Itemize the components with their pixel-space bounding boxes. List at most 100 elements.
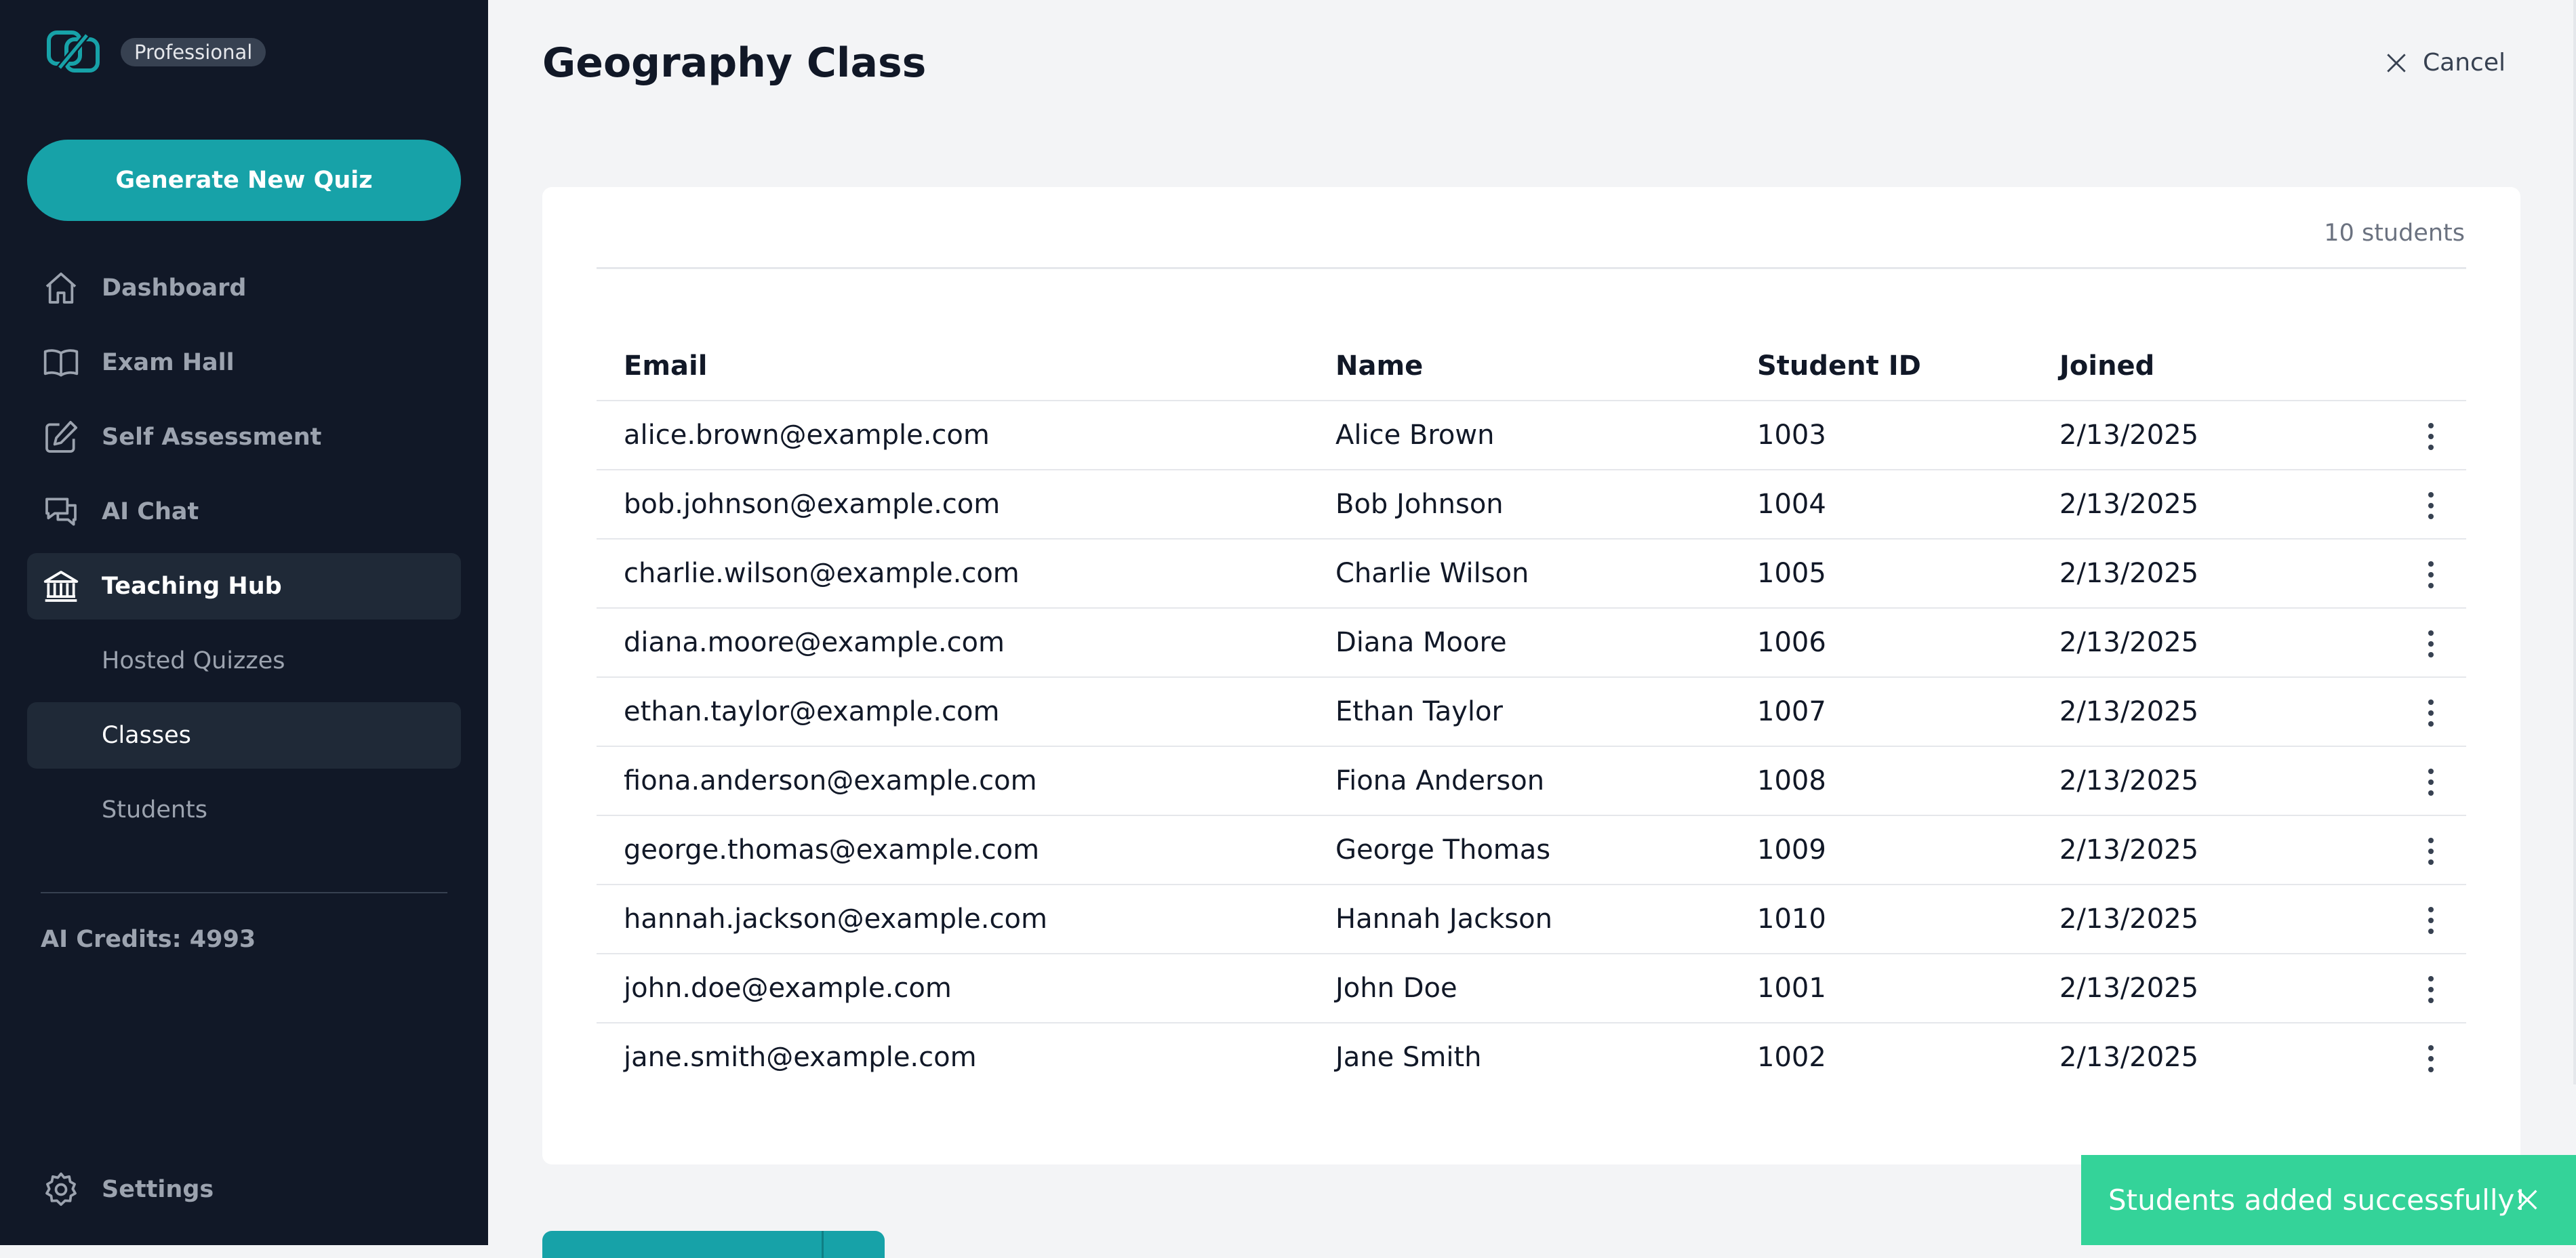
cell-name: John Doe <box>1308 954 1730 1023</box>
sidebar-subitem-label: Students <box>102 796 208 824</box>
cell-name: Ethan Taylor <box>1308 677 1730 747</box>
cell-joined: 2/13/2025 <box>2032 401 2364 470</box>
cell-email: jane.smith@example.com <box>624 1042 977 1073</box>
card-divider <box>597 267 2466 269</box>
row-actions-button[interactable] <box>2364 401 2466 470</box>
book-open-icon <box>42 344 80 382</box>
student-count: 10 students <box>2324 220 2465 247</box>
table-row: jane.smith@example.com Jane Smith 1002 2… <box>597 1023 2466 1091</box>
sidebar-item-exam-hall[interactable]: Exam Hall <box>27 329 461 396</box>
cell-name: Diana Moore <box>1308 608 1730 678</box>
sidebar-subitem-students[interactable]: Students <box>27 777 461 843</box>
row-actions-button[interactable] <box>2364 677 2466 747</box>
more-vertical-icon <box>2428 975 2434 1003</box>
sidebar-divider <box>41 892 447 893</box>
row-actions-button[interactable] <box>2364 815 2466 885</box>
cell-student-id: 1004 <box>1730 470 2032 540</box>
cell-email: hannah.jackson@example.com <box>597 885 1308 954</box>
sidebar-item-label: Self Assessment <box>102 424 322 451</box>
table-row: bob.johnson@example.com Bob Johnson 1004… <box>597 470 2466 540</box>
table-row: george.thomas@example.com George Thomas … <box>597 815 2466 885</box>
sidebar-item-settings[interactable]: Settings <box>27 1156 461 1223</box>
cell-name: Hannah Jackson <box>1308 885 1730 954</box>
column-header-student-id[interactable]: Student ID <box>1730 332 2032 401</box>
column-header-joined[interactable]: Joined <box>2032 332 2364 401</box>
bank-building-icon <box>42 567 80 605</box>
sidebar-item-self-assessment[interactable]: Self Assessment <box>27 404 461 470</box>
students-card: 10 students Email Name Student ID Joined… <box>542 187 2520 1164</box>
gear-icon <box>42 1171 80 1209</box>
split-action-button[interactable] <box>542 1231 885 1258</box>
column-header-actions <box>2364 332 2466 401</box>
sidebar-item-ai-chat[interactable]: AI Chat <box>27 479 461 545</box>
chat-bubbles-icon <box>42 493 80 531</box>
sidebar-item-teaching-hub[interactable]: Teaching Hub <box>27 553 461 620</box>
row-actions-button[interactable] <box>2364 746 2466 816</box>
toast-close-icon[interactable] <box>2514 1186 2541 1213</box>
page-title: Geography Class <box>542 39 927 87</box>
cell-student-id: 1005 <box>1730 539 2032 609</box>
pencil-square-icon <box>42 418 80 456</box>
cell-name: Fiona Anderson <box>1308 746 1730 816</box>
more-vertical-icon <box>2428 1044 2434 1072</box>
sidebar: Professional Generate New Quiz Dashboard… <box>0 0 488 1245</box>
cell-name: Alice Brown <box>1308 401 1730 470</box>
table-row: alice.brown@example.com Alice Brown 1003… <box>597 401 2466 470</box>
app-logo-icon[interactable] <box>45 27 102 76</box>
cell-name: George Thomas <box>1308 815 1730 885</box>
cell-email: alice.brown@example.com <box>597 401 1308 470</box>
generate-new-quiz-button[interactable]: Generate New Quiz <box>27 140 461 221</box>
row-actions-button[interactable] <box>2364 954 2466 1023</box>
cell-joined: 2/13/2025 <box>2032 746 2364 816</box>
more-vertical-icon <box>2428 837 2434 865</box>
cell-email: charlie.wilson@example.com <box>597 539 1308 609</box>
cell-name: Charlie Wilson <box>1308 539 1730 609</box>
students-table: Email Name Student ID Joined alice.brown… <box>597 332 2466 1091</box>
sidebar-item-label: Settings <box>102 1176 214 1203</box>
cell-joined: 2/13/2025 <box>2032 539 2364 609</box>
sidebar-subitem-label: Hosted Quizzes <box>102 647 285 674</box>
more-vertical-icon <box>2428 422 2434 450</box>
row-actions-button[interactable] <box>2364 608 2466 678</box>
sidebar-subitem-classes[interactable]: Classes <box>27 702 461 769</box>
cell-joined: 2/13/2025 <box>2032 677 2364 747</box>
cancel-button[interactable]: Cancel <box>2383 49 2505 77</box>
cell-joined: 2/13/2025 <box>2059 1042 2199 1073</box>
row-actions-button[interactable] <box>2364 1023 2466 1091</box>
sidebar-item-label: Exam Hall <box>102 349 235 376</box>
cell-student-id: 1009 <box>1730 815 2032 885</box>
sidebar-subitem-label: Classes <box>102 722 191 749</box>
row-actions-button[interactable] <box>2364 470 2466 540</box>
plan-badge: Professional <box>121 38 266 66</box>
row-actions-button[interactable] <box>2364 885 2466 954</box>
table-row: diana.moore@example.com Diana Moore 1006… <box>597 608 2466 678</box>
sidebar-item-label: Dashboard <box>102 275 247 302</box>
row-actions-button[interactable] <box>2364 539 2466 609</box>
table-header-row: Email Name Student ID Joined <box>597 332 2466 401</box>
more-vertical-icon <box>2428 630 2434 657</box>
table-row: john.doe@example.com John Doe 1001 2/13/… <box>597 954 2466 1023</box>
more-vertical-icon <box>2428 561 2434 588</box>
cell-email: fiona.anderson@example.com <box>597 746 1308 816</box>
more-vertical-icon <box>2428 491 2434 519</box>
cell-email: john.doe@example.com <box>597 954 1308 1023</box>
cell-student-id: 1007 <box>1730 677 2032 747</box>
cell-joined: 2/13/2025 <box>2032 954 2364 1023</box>
cell-student-id: 1010 <box>1730 885 2032 954</box>
cell-name: Bob Johnson <box>1308 470 1730 540</box>
cell-student-id: 1008 <box>1730 746 2032 816</box>
split-button-divider <box>822 1231 824 1258</box>
sidebar-item-label: Teaching Hub <box>102 573 282 600</box>
sidebar-item-label: AI Chat <box>102 498 199 525</box>
cell-joined: 2/13/2025 <box>2032 815 2364 885</box>
table-row: ethan.taylor@example.com Ethan Taylor 10… <box>597 677 2466 747</box>
cell-joined: 2/13/2025 <box>2032 470 2364 540</box>
table-row: charlie.wilson@example.com Charlie Wilso… <box>597 539 2466 609</box>
sidebar-item-dashboard[interactable]: Dashboard <box>27 255 461 321</box>
cell-email: diana.moore@example.com <box>597 608 1308 678</box>
column-header-name[interactable]: Name <box>1308 332 1730 401</box>
sidebar-subitem-hosted-quizzes[interactable]: Hosted Quizzes <box>27 628 461 694</box>
scrollbar[interactable] <box>2573 0 2576 1084</box>
column-header-email[interactable]: Email <box>597 332 1308 401</box>
home-icon <box>42 269 80 307</box>
